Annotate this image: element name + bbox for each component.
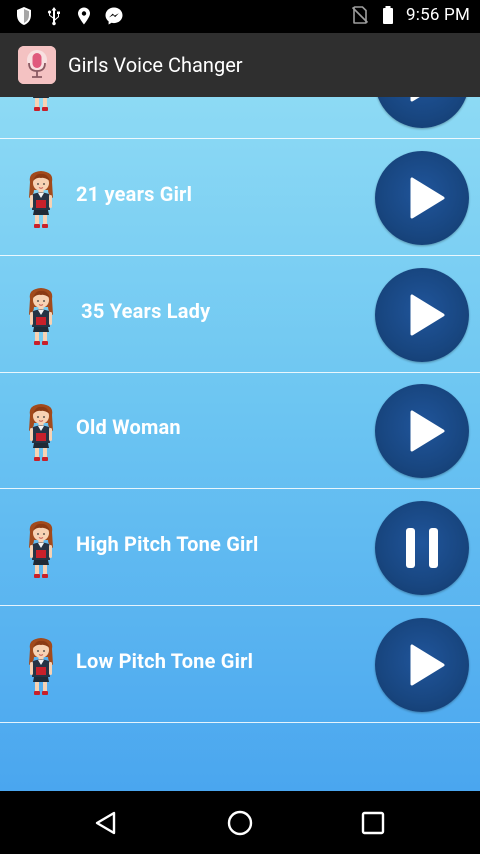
status-time: 9:56 PM <box>406 5 470 25</box>
pause-button[interactable] <box>375 501 469 596</box>
voice-row[interactable]: 35 Years Lady <box>0 257 480 373</box>
play-icon <box>410 294 445 336</box>
location-pin-icon <box>78 7 90 25</box>
voice-label: 35 Years Lady <box>76 298 211 323</box>
back-icon[interactable] <box>90 807 122 839</box>
girl-avatar-icon <box>24 635 58 697</box>
recents-icon[interactable] <box>357 807 389 839</box>
play-button[interactable] <box>375 618 469 712</box>
voice-label: High Pitch Tone Girl <box>76 532 259 557</box>
play-icon <box>410 410 445 452</box>
voice-label: 21 years Girl <box>76 181 193 206</box>
play-button[interactable] <box>375 384 469 479</box>
shield-icon <box>17 7 31 25</box>
voice-row[interactable]: High Pitch Tone Girl <box>0 490 480 607</box>
battery-icon <box>383 6 394 24</box>
status-bar: 9:56 PM <box>0 0 480 33</box>
voice-row[interactable]: 21 years Girl <box>0 140 480 256</box>
messenger-icon <box>105 7 123 25</box>
home-icon[interactable] <box>224 807 256 839</box>
girl-avatar-icon <box>24 285 58 347</box>
navigation-bar <box>0 791 480 854</box>
play-icon <box>410 97 420 102</box>
play-icon <box>410 644 445 686</box>
app-bar: Girls Voice Changer <box>0 33 480 97</box>
voice-label: Low Pitch Tone Girl <box>76 649 254 673</box>
girl-avatar-icon <box>24 401 58 463</box>
voice-row[interactable]: Old Woman <box>0 373 480 490</box>
play-button[interactable] <box>375 150 469 245</box>
no-sim-icon <box>351 6 369 24</box>
voice-label: Old Woman <box>76 415 181 440</box>
play-button[interactable] <box>375 267 469 362</box>
usb-icon <box>47 7 60 26</box>
voice-row[interactable]: Low Pitch Tone Girl <box>0 607 480 723</box>
girl-avatar-icon <box>24 518 58 580</box>
play-button[interactable] <box>375 97 469 128</box>
voice-list: 21 years Girl 35 Years Lady Old Woman Hi… <box>0 97 480 791</box>
voice-row[interactable] <box>0 97 480 139</box>
play-icon <box>410 177 445 219</box>
girl-avatar-icon <box>24 97 58 113</box>
pause-icon <box>406 528 438 569</box>
microphone-app-icon <box>18 46 56 84</box>
app-title: Girls Voice Changer <box>68 53 243 77</box>
girl-avatar-icon <box>24 168 58 230</box>
